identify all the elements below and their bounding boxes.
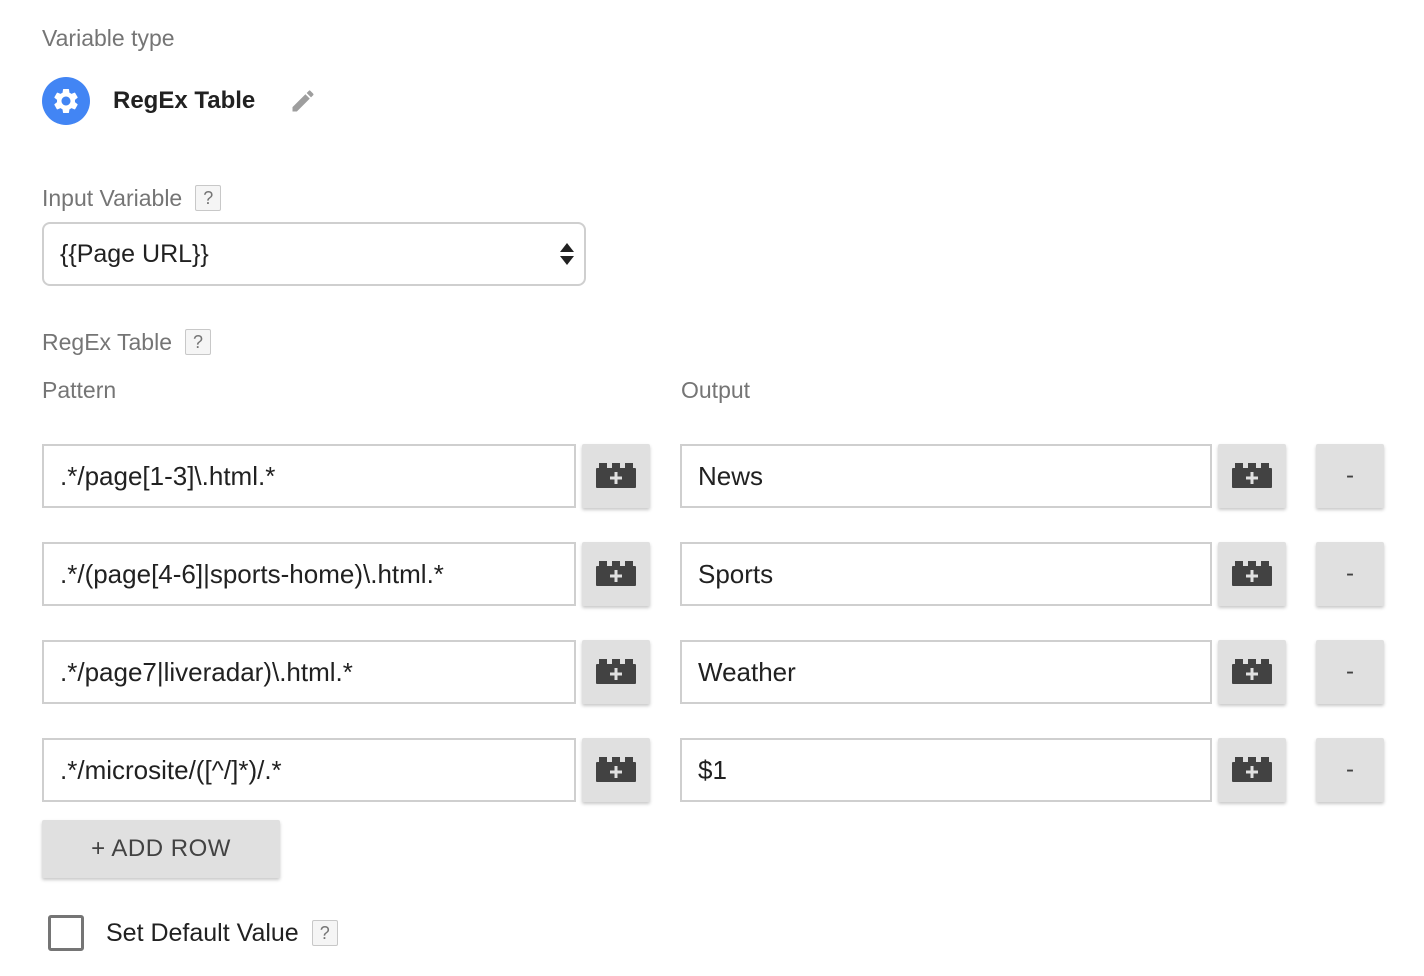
pattern-input[interactable]: .*/(page[4-6]|sports-home)\.html.*: [42, 542, 576, 606]
input-variable-help-icon[interactable]: ?: [195, 185, 222, 211]
insert-variable-button[interactable]: [1218, 444, 1286, 508]
pencil-icon[interactable]: [289, 87, 317, 115]
set-default-value-checkbox[interactable]: [48, 915, 84, 951]
table-row: .*/page7|liveradar)\.html.* Weather -: [0, 640, 1424, 704]
output-input[interactable]: News: [680, 444, 1212, 508]
add-row-button[interactable]: + ADD ROW: [42, 820, 280, 878]
insert-variable-button[interactable]: [582, 542, 650, 606]
input-variable-select[interactable]: {{Page URL}}: [42, 222, 586, 286]
variable-type-label: Variable type: [42, 24, 175, 52]
insert-variable-button[interactable]: [582, 738, 650, 802]
set-default-value-label: Set Default Value: [106, 918, 299, 947]
add-variable-brick-icon: [596, 757, 636, 782]
add-variable-brick-icon: [596, 561, 636, 586]
regex-table-label: RegEx Table ?: [42, 328, 211, 356]
remove-row-button[interactable]: -: [1316, 444, 1384, 508]
regex-table-help-icon[interactable]: ?: [185, 329, 211, 355]
table-row: .*/microsite/([^/]*)/.* $1 -: [0, 738, 1424, 802]
remove-row-button[interactable]: -: [1316, 738, 1384, 802]
add-variable-brick-icon: [596, 659, 636, 684]
output-input[interactable]: Weather: [680, 640, 1212, 704]
select-arrows-icon: [560, 243, 574, 265]
output-input[interactable]: Sports: [680, 542, 1212, 606]
table-row: .*/page[1-3]\.html.* News -: [0, 444, 1424, 508]
set-default-value-row: Set Default Value ?: [48, 914, 338, 952]
set-default-value-help-icon[interactable]: ?: [311, 920, 338, 946]
add-variable-brick-icon: [596, 463, 636, 488]
input-variable-label: Input Variable ?: [42, 184, 222, 212]
insert-variable-button[interactable]: [582, 444, 650, 508]
insert-variable-button[interactable]: [582, 640, 650, 704]
insert-variable-button[interactable]: [1218, 640, 1286, 704]
input-variable-label-text: Input Variable: [42, 185, 183, 211]
insert-variable-button[interactable]: [1218, 542, 1286, 606]
pattern-input[interactable]: .*/microsite/([^/]*)/.*: [42, 738, 576, 802]
add-variable-brick-icon: [1232, 757, 1272, 782]
table-row: .*/(page[4-6]|sports-home)\.html.* Sport…: [0, 542, 1424, 606]
variable-type-label-text: Variable type: [42, 25, 175, 51]
add-variable-brick-icon: [1232, 463, 1272, 488]
pattern-input[interactable]: .*/page[1-3]\.html.*: [42, 444, 576, 508]
pattern-column-header: Pattern: [42, 377, 117, 403]
variable-type-name: RegEx Table: [113, 87, 256, 114]
add-variable-brick-icon: [1232, 561, 1272, 586]
output-column-header: Output: [681, 377, 751, 403]
output-input[interactable]: $1: [680, 738, 1212, 802]
remove-row-button[interactable]: -: [1316, 542, 1384, 606]
regex-table-label-text: RegEx Table: [42, 329, 172, 355]
insert-variable-button[interactable]: [1218, 738, 1286, 802]
pattern-input[interactable]: .*/page7|liveradar)\.html.*: [42, 640, 576, 704]
remove-row-button[interactable]: -: [1316, 640, 1384, 704]
variable-type-row: RegEx Table: [42, 77, 317, 125]
add-variable-brick-icon: [1232, 659, 1272, 684]
input-variable-selected-value: {{Page URL}}: [60, 239, 209, 268]
gear-icon: [42, 77, 90, 125]
